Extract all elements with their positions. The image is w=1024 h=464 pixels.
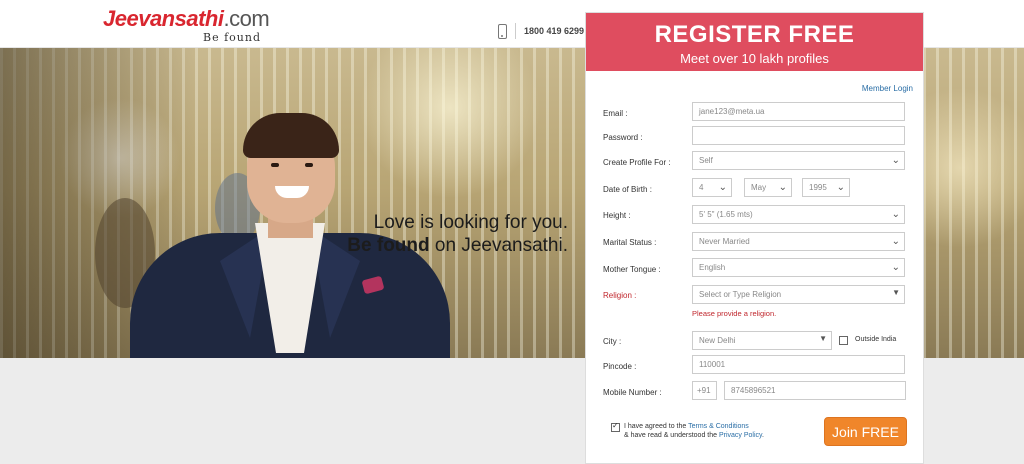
divider [515,23,516,39]
mobile-label: Mobile Number : [603,388,662,397]
outside-india-label: Outside India [855,336,897,343]
member-login-link[interactable]: Member Login [862,84,913,93]
logo-wordmark: Jeevansathi.com [103,6,270,31]
dob-label: Date of Birth : [603,185,652,194]
religion-label: Religion : [603,291,637,300]
height-label: Height : [603,211,631,220]
privacy-link[interactable]: Privacy Policy [719,432,762,439]
email-label: Email : [603,109,628,118]
chevron-down-icon: ⌄ [718,182,727,193]
caret-down-icon: ▼ [892,288,900,297]
phone-icon [498,23,507,39]
email-field[interactable]: jane123@meta.ua [692,102,905,121]
chevron-down-icon: ⌄ [891,209,900,220]
helpline: 1800 419 6299 [498,23,584,39]
site-logo[interactable]: Jeevansathi.com Be found [103,6,270,44]
profile-for-select[interactable]: Self ⌄ [692,151,905,170]
hero-tagline: Love is looking for you. Be found on Jee… [0,211,568,257]
mobile-number-field[interactable]: 8745896521 [724,381,906,400]
chevron-down-icon: ⌄ [891,155,900,166]
religion-error: Please provide a religion. [692,309,777,318]
mobile-code-field[interactable]: +91 [692,381,717,400]
join-free-button[interactable]: Join FREE [824,417,907,446]
logo-tagline: Be found [203,31,261,44]
register-title: REGISTER FREE [654,21,855,48]
helpline-number: 1800 419 6299 [524,26,585,36]
marital-select[interactable]: Never Married ⌄ [692,232,905,251]
register-panel: REGISTER FREE Meet over 10 lakh profiles… [585,12,924,464]
tagline-line-1: Love is looking for you. [373,212,568,233]
terms-checkbox[interactable] [611,421,620,432]
terms-text: I have agreed to the Terms & Conditions … [624,423,764,439]
profile-for-label: Create Profile For : [603,158,671,167]
dob-day-select[interactable]: 4 ⌄ [692,178,732,197]
pincode-field[interactable]: 110001 [692,355,905,374]
tongue-label: Mother Tongue : [603,265,661,274]
chevron-down-icon: ⌄ [891,236,900,247]
register-subtitle: Meet over 10 lakh profiles [680,51,829,66]
register-header: REGISTER FREE Meet over 10 lakh profiles [586,13,923,71]
dob-year-select[interactable]: 1995 ⌄ [802,178,850,197]
chevron-down-icon: ⌄ [891,262,900,273]
pincode-label: Pincode : [603,362,637,371]
mother-tongue-select[interactable]: English ⌄ [692,258,905,277]
outside-india-checkbox[interactable] [839,336,848,345]
city-label: City : [603,337,622,346]
chevron-down-icon: ⌄ [778,182,787,193]
marital-label: Marital Status : [603,238,657,247]
caret-down-icon: ▼ [819,334,827,343]
hair [243,113,339,158]
chevron-down-icon: ⌄ [836,182,845,193]
terms-link[interactable]: Terms & Conditions [688,423,749,430]
tagline-line-2: Be found on Jeevansathi. [347,235,568,256]
password-label: Password : [603,133,643,142]
dob-month-select[interactable]: May ⌄ [744,178,792,197]
religion-input[interactable]: Select or Type Religion ▼ [692,285,905,304]
city-input[interactable]: New Delhi ▼ [692,331,832,350]
password-field[interactable] [692,126,905,145]
height-select[interactable]: 5' 5" (1.65 mts) ⌄ [692,205,905,224]
